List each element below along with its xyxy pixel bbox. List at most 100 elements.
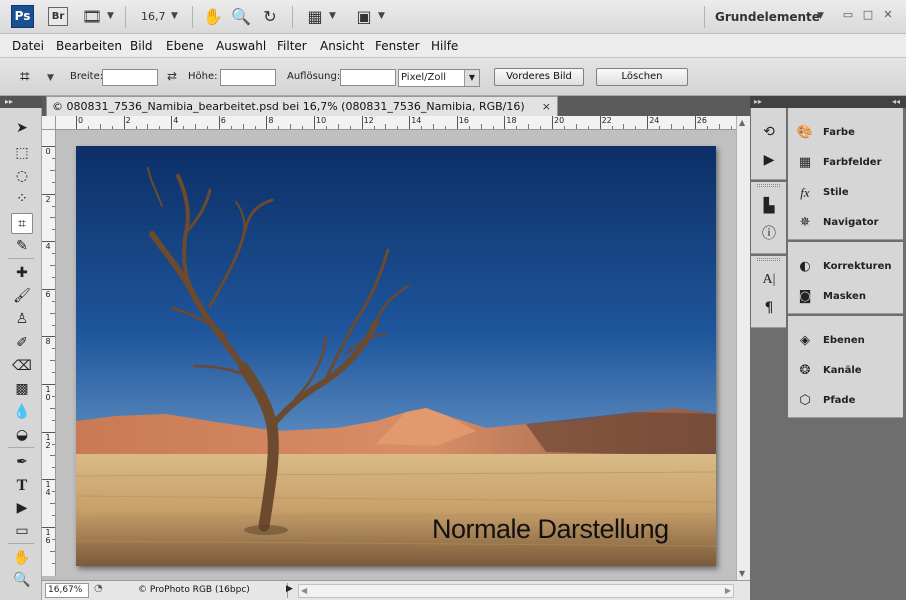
width-input[interactable] bbox=[102, 69, 158, 86]
icon-dock: ▸▸ ⟲ ▶ ▙ ⓘ A| ¶ bbox=[750, 96, 787, 600]
document-image[interactable]: Normale Darstellung bbox=[76, 146, 716, 566]
shape-tool-icon[interactable]: ▭ bbox=[11, 521, 33, 542]
history-icon[interactable]: ⟲ bbox=[759, 122, 779, 142]
chevron-down-icon[interactable]: ▼ bbox=[47, 73, 54, 83]
clone-stamp-tool-icon[interactable]: ♙ bbox=[11, 309, 33, 330]
panel-paths[interactable]: ⬡ Pfade bbox=[788, 386, 903, 416]
histogram-icon[interactable]: ▙ bbox=[759, 196, 779, 216]
minimize-button[interactable]: ▭ bbox=[841, 8, 855, 22]
close-icon[interactable]: × bbox=[542, 97, 551, 116]
marquee-tool-icon[interactable]: ⬚ bbox=[11, 143, 33, 164]
panel-styles[interactable]: fx Stile bbox=[788, 178, 903, 208]
ruler-origin[interactable] bbox=[42, 116, 56, 130]
workspace-switcher[interactable]: Grundelemente bbox=[715, 10, 820, 24]
ruler-label: 8 bbox=[45, 337, 51, 347]
dock-grip[interactable] bbox=[757, 258, 780, 261]
brush-tool-icon[interactable]: 🖌 bbox=[11, 286, 33, 307]
scroll-down-icon[interactable]: ▼ bbox=[739, 569, 745, 578]
document-info-icon[interactable]: ◔ bbox=[94, 583, 103, 594]
dock-grip[interactable] bbox=[757, 184, 780, 187]
gradient-tool-icon[interactable]: ▩ bbox=[11, 379, 33, 400]
menu-filter[interactable]: Filter bbox=[277, 39, 307, 53]
resolution-unit-select[interactable]: Pixel/Zoll ▼ bbox=[398, 69, 480, 87]
chevron-down-icon[interactable]: ▼ bbox=[107, 11, 114, 21]
status-menu-icon[interactable]: ▶ bbox=[286, 584, 293, 594]
panel-dock: ◂◂ 🎨 Farbe ▦ Farbfelder fx Stile ✵ Navig… bbox=[787, 96, 906, 600]
menu-auswahl[interactable]: Auswahl bbox=[216, 39, 266, 53]
chevron-down-icon[interactable]: ▼ bbox=[378, 11, 385, 21]
quick-selection-tool-icon[interactable]: ⁘ bbox=[11, 189, 33, 210]
blur-tool-icon[interactable]: 💧 bbox=[11, 402, 33, 423]
menu-fenster[interactable]: Fenster bbox=[375, 39, 420, 53]
scroll-up-icon[interactable]: ▲ bbox=[739, 118, 745, 127]
document-area: © 080831_7536_Namibia_bearbeitet.psd bei… bbox=[42, 96, 750, 600]
menu-bearbeiten[interactable]: Bearbeiten bbox=[56, 39, 122, 53]
menu-bild[interactable]: Bild bbox=[130, 39, 153, 53]
scroll-left-icon[interactable]: ◀ bbox=[301, 585, 307, 597]
film-icon[interactable]: 🎞 bbox=[82, 7, 102, 27]
ruler-label: 18 bbox=[506, 116, 517, 125]
chevron-down-icon[interactable]: ▼ bbox=[329, 11, 336, 21]
scroll-right-icon[interactable]: ▶ bbox=[725, 585, 731, 597]
rotate-icon[interactable]: ↻ bbox=[260, 7, 280, 27]
move-tool-icon[interactable]: ➤ bbox=[11, 118, 33, 139]
actions-icon[interactable]: ▶ bbox=[759, 150, 779, 170]
eyedropper-tool-icon[interactable]: ✎ bbox=[11, 236, 33, 257]
panel-adjustments[interactable]: ◐ Korrekturen bbox=[788, 252, 903, 282]
info-icon[interactable]: ⓘ bbox=[759, 224, 779, 244]
character-icon[interactable]: A| bbox=[759, 270, 779, 290]
ruler-tick bbox=[456, 116, 458, 129]
document-tab[interactable]: © 080831_7536_Namibia_bearbeitet.psd bei… bbox=[46, 96, 558, 116]
horizontal-scrollbar[interactable]: ◀ ▶ bbox=[298, 584, 734, 598]
eraser-tool-icon[interactable]: ⌫ bbox=[11, 356, 33, 377]
expand-dock-icon[interactable]: ▸▸ bbox=[750, 96, 787, 108]
canvas-pasteboard[interactable]: Normale Darstellung bbox=[56, 130, 736, 580]
lasso-tool-icon[interactable]: ◌ bbox=[11, 166, 33, 187]
swap-icon[interactable]: ⇄ bbox=[167, 69, 177, 83]
panel-layers[interactable]: ◈ Ebenen bbox=[788, 326, 903, 356]
ruler-tick bbox=[218, 116, 220, 129]
pen-tool-icon[interactable]: ✒ bbox=[11, 452, 33, 473]
paragraph-icon[interactable]: ¶ bbox=[759, 298, 779, 318]
type-tool-icon[interactable]: T bbox=[11, 475, 33, 496]
panel-masks[interactable]: ◙ Masken bbox=[788, 282, 903, 312]
crop-tool-icon[interactable]: ⌗ bbox=[11, 213, 33, 234]
menu-datei[interactable]: Datei bbox=[12, 39, 44, 53]
horizontal-ruler[interactable]: 0 2 4 6 8 10 12 14 16 18 20 22 24 26 bbox=[56, 116, 736, 130]
panel-label: Farbfelder bbox=[823, 157, 882, 168]
crop-tool-preset-icon[interactable]: ⌗ bbox=[20, 67, 30, 87]
height-input[interactable] bbox=[220, 69, 276, 86]
layout-icon[interactable]: ▦ bbox=[305, 7, 325, 27]
panel-channels[interactable]: ❂ Kanäle bbox=[788, 356, 903, 386]
dodge-tool-icon[interactable]: ◒ bbox=[11, 425, 33, 446]
vertical-ruler[interactable]: 0 2 4 6 8 10 12 14 16 bbox=[42, 130, 56, 576]
vertical-scrollbar[interactable]: ▲ ▼ bbox=[736, 116, 750, 580]
history-brush-tool-icon[interactable]: ✐ bbox=[11, 333, 33, 354]
screen-mode-icon[interactable]: ▣ bbox=[354, 7, 374, 27]
chevron-down-icon[interactable]: ▼ bbox=[817, 11, 824, 21]
panel-navigator[interactable]: ✵ Navigator bbox=[788, 208, 903, 238]
chevron-down-icon[interactable]: ▼ bbox=[171, 11, 178, 21]
panel-color[interactable]: 🎨 Farbe bbox=[788, 118, 903, 148]
bridge-button[interactable]: Br bbox=[48, 7, 68, 26]
close-window-button[interactable]: ✕ bbox=[881, 8, 895, 22]
hand-icon[interactable]: ✋ bbox=[203, 7, 223, 27]
menu-ebene[interactable]: Ebene bbox=[166, 39, 204, 53]
healing-brush-tool-icon[interactable]: ✚ bbox=[11, 263, 33, 284]
panel-swatches[interactable]: ▦ Farbfelder bbox=[788, 148, 903, 178]
zoom-level-field[interactable]: 16,7 bbox=[141, 10, 166, 23]
separator bbox=[8, 447, 34, 448]
zoom-tool-icon[interactable]: 🔍 bbox=[11, 570, 33, 591]
status-zoom-field[interactable]: 16,67% bbox=[45, 583, 89, 598]
menu-hilfe[interactable]: Hilfe bbox=[431, 39, 458, 53]
path-selection-tool-icon[interactable]: ▶ bbox=[11, 498, 33, 519]
collapse-panels-icon[interactable]: ◂◂ bbox=[787, 96, 906, 108]
zoom-icon[interactable]: 🔍 bbox=[231, 7, 251, 27]
maximize-button[interactable]: □ bbox=[861, 8, 875, 22]
front-image-button[interactable]: Vorderes Bild bbox=[494, 68, 584, 86]
expand-toolbox-icon[interactable]: ▸▸ bbox=[0, 96, 42, 108]
menu-ansicht[interactable]: Ansicht bbox=[320, 39, 364, 53]
hand-tool-icon[interactable]: ✋ bbox=[11, 548, 33, 569]
clear-button[interactable]: Löschen bbox=[596, 68, 688, 86]
resolution-input[interactable] bbox=[340, 69, 396, 86]
